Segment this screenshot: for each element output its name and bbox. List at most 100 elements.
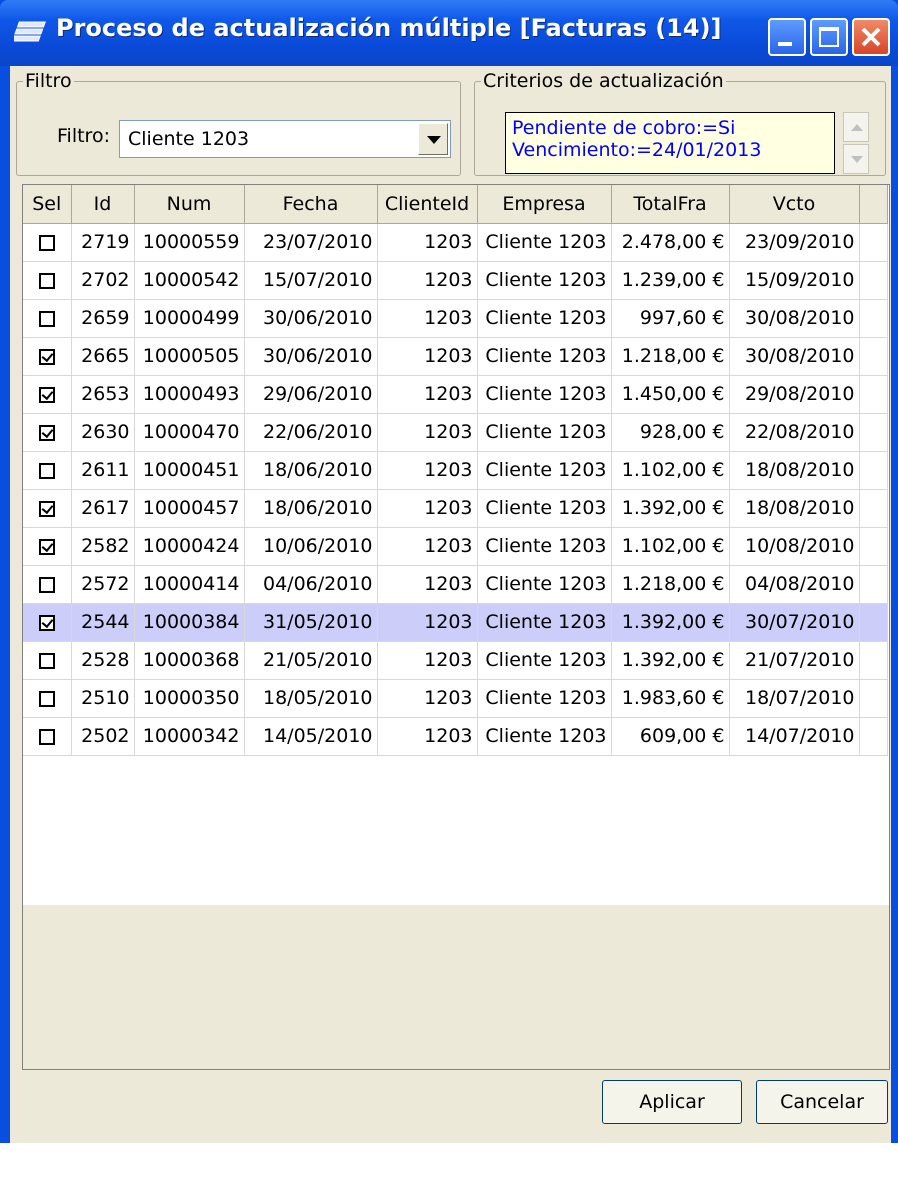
cell-sel (23, 451, 72, 490)
table-row[interactable]: 2719 10000559 23/07/2010 1203 Cliente 1203 2.… (23, 223, 888, 262)
cell-total: 2.478,00 € (611, 223, 730, 262)
cell-filler (859, 375, 888, 414)
cell-num: 10000470 (134, 413, 245, 452)
table-row[interactable]: 2659 10000499 30/06/2010 1203 Cliente 1203 99… (23, 299, 888, 338)
cell-empresa: Cliente 1203 (477, 375, 612, 414)
cancel-button[interactable]: Cancelar (756, 1080, 888, 1124)
row-checkbox[interactable] (38, 690, 55, 707)
row-checkbox[interactable] (38, 652, 55, 669)
criteria-scrollbar[interactable] (843, 112, 869, 174)
cell-cliente: 1203 (377, 565, 478, 604)
row-checkbox[interactable] (38, 424, 55, 441)
cell-fecha: 18/06/2010 (244, 489, 378, 528)
cell-sel (23, 375, 72, 414)
cell-total: 609,00 € (611, 717, 730, 756)
cell-cliente: 1203 (377, 679, 478, 718)
row-checkbox[interactable] (38, 348, 55, 365)
table-row[interactable]: 2617 10000457 18/06/2010 1203 Cliente 1203 1.… (23, 489, 888, 528)
table-row[interactable]: 2502 10000342 14/05/2010 1203 Cliente 1203 60… (23, 717, 888, 756)
table-row[interactable]: 2544 10000384 31/05/2010 1203 Cliente 1203 1.… (23, 603, 888, 642)
cell-cliente: 1203 (377, 603, 478, 642)
apply-button[interactable]: Aplicar (602, 1080, 742, 1124)
cell-id: 2659 (71, 299, 135, 338)
maximize-button[interactable] (810, 18, 848, 56)
arrow-up-icon (851, 124, 863, 131)
table-row[interactable]: 2665 10000505 30/06/2010 1203 Cliente 1203 1.… (23, 337, 888, 376)
filter-label: Filtro: (57, 125, 110, 147)
minimize-button[interactable] (768, 18, 806, 56)
column-header-vcto[interactable]: Vcto (729, 185, 860, 224)
cell-cliente: 1203 (377, 261, 478, 300)
cell-fecha: 15/07/2010 (244, 261, 378, 300)
cell-id: 2653 (71, 375, 135, 414)
cell-cliente: 1203 (377, 375, 478, 414)
cell-vcto: 21/07/2010 (729, 641, 860, 680)
scroll-down-button[interactable] (843, 144, 869, 174)
invoice-grid[interactable]: Sel Id Num Fecha ClienteId Empresa Total… (22, 184, 890, 1070)
cell-sel (23, 565, 72, 604)
cell-id: 2528 (71, 641, 135, 680)
cell-fecha: 29/06/2010 (244, 375, 378, 414)
cell-vcto: 18/07/2010 (729, 679, 860, 718)
column-header-empresa[interactable]: Empresa (477, 185, 612, 224)
cell-sel (23, 717, 72, 756)
scroll-up-button[interactable] (843, 112, 869, 142)
filter-dropdown-button[interactable] (418, 123, 448, 155)
cell-num: 10000505 (134, 337, 245, 376)
table-row[interactable]: 2653 10000493 29/06/2010 1203 Cliente 1203 1.… (23, 375, 888, 414)
table-row[interactable]: 2510 10000350 18/05/2010 1203 Cliente 1203 1.… (23, 679, 888, 718)
row-checkbox[interactable] (38, 234, 55, 251)
cell-cliente: 1203 (377, 337, 478, 376)
table-row[interactable]: 2582 10000424 10/06/2010 1203 Cliente 1203 1.… (23, 527, 888, 566)
cell-num: 10000457 (134, 489, 245, 528)
row-checkbox[interactable] (38, 310, 55, 327)
column-header-clienteid[interactable]: ClienteId (377, 185, 478, 224)
cell-total: 1.450,00 € (611, 375, 730, 414)
close-icon (861, 27, 881, 47)
close-button[interactable] (852, 18, 890, 56)
window-title: Proceso de actualización múltiple [Factu… (56, 14, 722, 42)
criteria-memo[interactable]: Pendiente de cobro:=Si Vencimiento:=24/0… (505, 112, 835, 174)
filter-combobox-value: Cliente 1203 (128, 128, 250, 150)
cell-num: 10000342 (134, 717, 245, 756)
cell-empresa: Cliente 1203 (477, 565, 612, 604)
grid-rows: 2719 10000559 23/07/2010 1203 Cliente 1203 2.… (23, 223, 888, 756)
cell-vcto: 15/09/2010 (729, 261, 860, 300)
cell-vcto: 14/07/2010 (729, 717, 860, 756)
table-row[interactable]: 2528 10000368 21/05/2010 1203 Cliente 1203 1.… (23, 641, 888, 680)
cell-fecha: 14/05/2010 (244, 717, 378, 756)
cell-fecha: 31/05/2010 (244, 603, 378, 642)
cell-filler (859, 565, 888, 604)
cell-id: 2617 (71, 489, 135, 528)
table-row[interactable]: 2630 10000470 22/06/2010 1203 Cliente 1203 92… (23, 413, 888, 452)
cell-num: 10000384 (134, 603, 245, 642)
filter-combobox[interactable]: Cliente 1203 (119, 120, 451, 158)
cell-num: 10000559 (134, 223, 245, 262)
table-row[interactable]: 2572 10000414 04/06/2010 1203 Cliente 1203 1.… (23, 565, 888, 604)
column-header-sel[interactable]: Sel (23, 185, 72, 224)
row-checkbox[interactable] (38, 272, 55, 289)
row-checkbox[interactable] (38, 386, 55, 403)
cell-fecha: 30/06/2010 (244, 299, 378, 338)
row-checkbox[interactable] (38, 500, 55, 517)
column-header-fecha[interactable]: Fecha (244, 185, 378, 224)
cell-num: 10000451 (134, 451, 245, 490)
minimize-icon (778, 42, 792, 46)
cell-vcto: 23/09/2010 (729, 223, 860, 262)
column-header-totalfra[interactable]: TotalFra (611, 185, 730, 224)
row-checkbox[interactable] (38, 538, 55, 555)
cell-vcto: 04/08/2010 (729, 565, 860, 604)
column-header-id[interactable]: Id (71, 185, 135, 224)
column-header-num[interactable]: Num (134, 185, 245, 224)
row-checkbox[interactable] (38, 462, 55, 479)
row-checkbox[interactable] (38, 614, 55, 631)
cell-sel (23, 223, 72, 262)
cell-cliente: 1203 (377, 223, 478, 262)
table-row[interactable]: 2702 10000542 15/07/2010 1203 Cliente 1203 1.… (23, 261, 888, 300)
row-checkbox[interactable] (38, 576, 55, 593)
cell-id: 2630 (71, 413, 135, 452)
title-bar[interactable]: Proceso de actualización múltiple [Factu… (0, 0, 898, 66)
cell-total: 1.239,00 € (611, 261, 730, 300)
table-row[interactable]: 2611 10000451 18/06/2010 1203 Cliente 1203 1.… (23, 451, 888, 490)
row-checkbox[interactable] (38, 728, 55, 745)
